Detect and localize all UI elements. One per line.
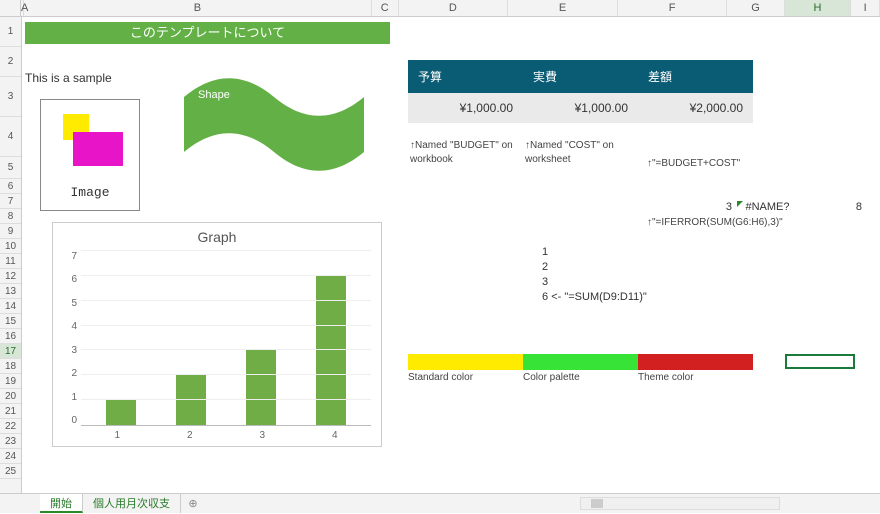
row-header-11[interactable]: 11 (0, 254, 21, 269)
row-header-19[interactable]: 19 (0, 374, 21, 389)
chart-x-axis: 1234 (81, 426, 371, 441)
tab-personal-monthly[interactable]: 個人用月次収支 (83, 494, 181, 513)
column-headers: ABCDEFGHI (0, 0, 880, 17)
note-iferror: ↑"=IFERROR(SUM(G6:H6),3)" (647, 216, 783, 230)
row-header-21[interactable]: 21 (0, 404, 21, 419)
col-budget[interactable]: 予算 (408, 60, 523, 93)
add-sheet-button[interactable]: ⊕ (181, 494, 205, 513)
tab-start[interactable]: 開始 (40, 494, 83, 513)
cell-i6[interactable]: 8 (842, 201, 862, 213)
swatch-label-palette: Color palette (523, 372, 638, 383)
row-header-6[interactable]: 6 (0, 179, 21, 194)
row-header-13[interactable]: 13 (0, 284, 21, 299)
row-header-9[interactable]: 9 (0, 224, 21, 239)
note-sum-formula: ↑"=BUDGET+COST" (647, 157, 740, 171)
row-header-20[interactable]: 20 (0, 389, 21, 404)
col-header-B[interactable]: B (24, 0, 372, 16)
cell-h6-error[interactable]: #NAME? (737, 201, 792, 213)
row-header-12[interactable]: 12 (0, 269, 21, 284)
cell-d12[interactable]: 6 <- "=SUM(D9:D11)" (542, 291, 647, 303)
row-header-5[interactable]: 5 (0, 157, 21, 179)
horizontal-scrollbar[interactable] (580, 497, 780, 510)
shape-label: Shape (198, 89, 230, 101)
chart-bar (106, 400, 136, 425)
budget-table[interactable]: 予算 実費 差額 ¥1,000.00 ¥1,000.00 ¥2,000.00 (408, 60, 753, 123)
chart-title: Graph (63, 229, 371, 245)
row-header-18[interactable]: 18 (0, 359, 21, 374)
swatch-label-theme: Theme color (638, 372, 753, 383)
swatch-label-standard: Standard color (408, 372, 523, 383)
row-header-8[interactable]: 8 (0, 209, 21, 224)
row-header-10[interactable]: 10 (0, 239, 21, 254)
cell-g6[interactable]: 3 (702, 201, 732, 213)
swatch-theme[interactable] (638, 354, 753, 370)
row-header-15[interactable]: 15 (0, 314, 21, 329)
cell-d11[interactable]: 3 (542, 276, 548, 288)
select-all-corner[interactable] (0, 0, 21, 16)
row-headers: 1234567891011121314151617181920212223242… (0, 17, 22, 493)
col-header-H[interactable]: H (785, 0, 852, 16)
col-header-C[interactable]: C (372, 0, 399, 16)
bar-chart[interactable]: Graph 76543210 1234 (52, 222, 382, 447)
chart-bar (246, 350, 276, 425)
row-header-7[interactable]: 7 (0, 194, 21, 209)
cell-budget-val[interactable]: ¥1,000.00 (408, 93, 523, 123)
worksheet-grid[interactable]: このテンプレートについて This is a sample Image Shap… (22, 17, 880, 493)
row-header-2[interactable]: 2 (0, 47, 21, 77)
swatch-labels: Standard color Color palette Theme color (408, 372, 753, 383)
image-placeholder[interactable]: Image (40, 99, 140, 211)
image-shapes (41, 100, 139, 180)
cell-d9[interactable]: 1 (542, 246, 548, 258)
active-cell-outline[interactable] (785, 354, 855, 369)
scroll-thumb[interactable] (591, 499, 603, 508)
sheet-tabs: 開始 個人用月次収支 ⊕ (0, 493, 880, 513)
image-label: Image (41, 180, 139, 200)
row-header-25[interactable]: 25 (0, 464, 21, 479)
cell-cost-val[interactable]: ¥1,000.00 (523, 93, 638, 123)
row-header-22[interactable]: 22 (0, 419, 21, 434)
chart-plot (81, 251, 371, 426)
table-row: ¥1,000.00 ¥1,000.00 ¥2,000.00 (408, 93, 753, 123)
title-banner: このテンプレートについて (25, 22, 390, 44)
col-cost[interactable]: 実費 (523, 60, 638, 93)
table-header-row: 予算 実費 差額 (408, 60, 753, 93)
row-header-1[interactable]: 1 (0, 17, 21, 47)
row-header-16[interactable]: 16 (0, 329, 21, 344)
row-header-3[interactable]: 3 (0, 77, 21, 117)
color-swatches (408, 354, 753, 370)
col-diff[interactable]: 差額 (638, 60, 753, 93)
col-header-F[interactable]: F (618, 0, 728, 16)
note-cost-name: ↑Named "COST" on worksheet (525, 139, 635, 167)
swatch-palette[interactable] (523, 354, 638, 370)
row-header-23[interactable]: 23 (0, 434, 21, 449)
row-header-4[interactable]: 4 (0, 117, 21, 157)
note-budget-name: ↑Named "BUDGET" on workbook (410, 139, 520, 167)
cell-d10[interactable]: 2 (542, 261, 548, 273)
row-header-24[interactable]: 24 (0, 449, 21, 464)
wave-shape[interactable]: Shape (184, 77, 364, 172)
sample-text-cell[interactable]: This is a sample (25, 71, 112, 85)
col-header-E[interactable]: E (508, 0, 618, 16)
cell-diff-val[interactable]: ¥2,000.00 (638, 93, 753, 123)
row-header-14[interactable]: 14 (0, 299, 21, 314)
row-header-17[interactable]: 17 (0, 344, 21, 359)
magenta-square-icon (73, 132, 123, 166)
chart-y-axis: 76543210 (63, 251, 81, 426)
col-header-D[interactable]: D (399, 0, 509, 16)
col-header-I[interactable]: I (851, 0, 880, 16)
swatch-standard[interactable] (408, 354, 523, 370)
col-header-G[interactable]: G (727, 0, 784, 16)
